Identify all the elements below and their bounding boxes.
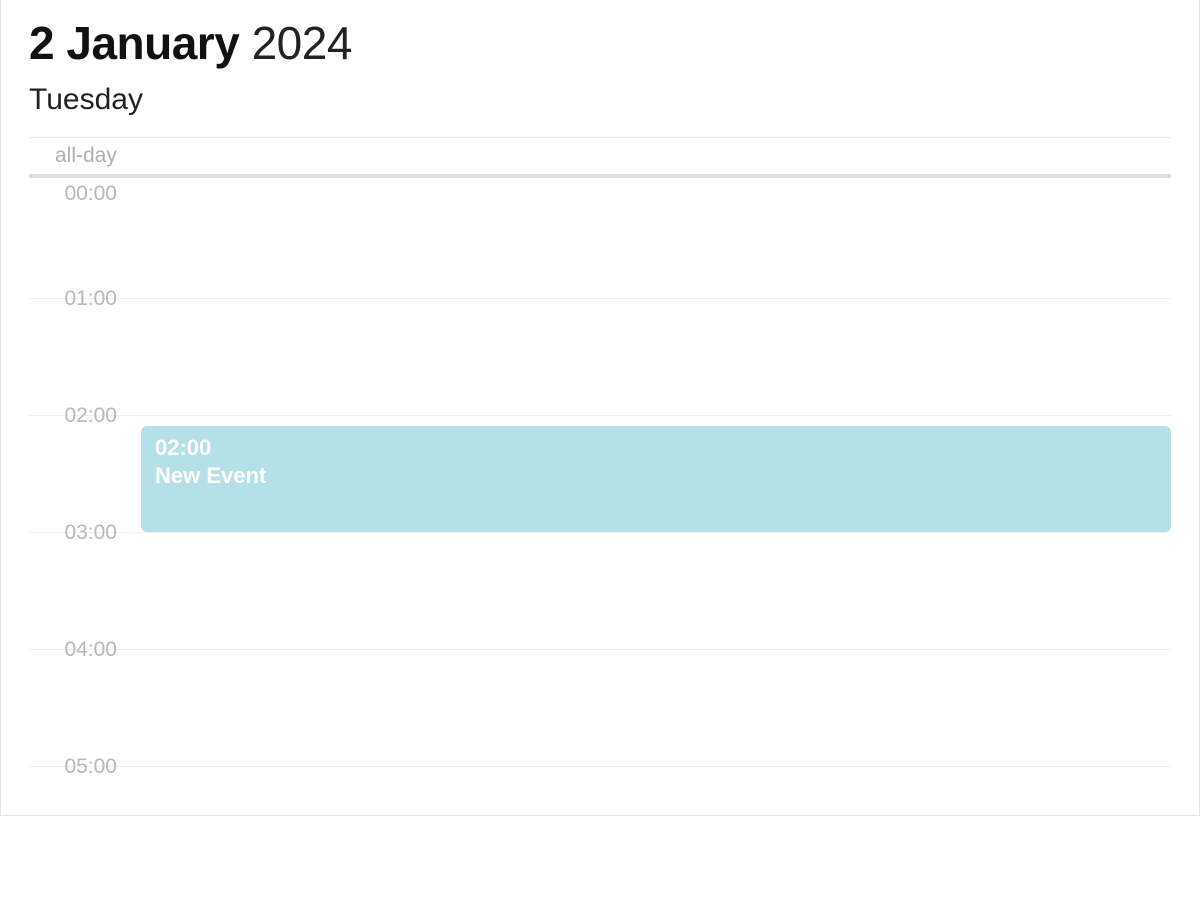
hour-label: 01:00 bbox=[29, 287, 129, 311]
hour-label: 03:00 bbox=[29, 521, 129, 545]
hour-label: 05:00 bbox=[29, 755, 129, 779]
timeline[interactable]: 00:00 01:00 02:00 03:00 04:00 05:00 02:0… bbox=[29, 178, 1171, 898]
hour-label: 04:00 bbox=[29, 638, 129, 662]
date-title: 2 January 2024 bbox=[29, 18, 1171, 69]
weekday: Tuesday bbox=[29, 83, 1171, 117]
hour-row[interactable]: 05:00 bbox=[29, 766, 1171, 883]
hour-row[interactable]: 01:00 bbox=[29, 298, 1171, 415]
calendar-header: 2 January 2024 Tuesday bbox=[1, 0, 1199, 129]
hour-label: 00:00 bbox=[29, 182, 129, 206]
hour-row[interactable]: 03:00 bbox=[29, 532, 1171, 649]
year: 2024 bbox=[252, 17, 352, 69]
hour-row[interactable]: 04:00 bbox=[29, 649, 1171, 766]
calendar-event[interactable]: 02:00 New Event bbox=[141, 426, 1171, 532]
event-time: 02:00 bbox=[155, 434, 1157, 463]
allday-row[interactable]: all-day bbox=[29, 137, 1171, 174]
event-title: New Event bbox=[155, 462, 1157, 491]
hour-label: 02:00 bbox=[29, 404, 129, 428]
allday-label: all-day bbox=[55, 144, 117, 167]
hour-row[interactable]: 00:00 bbox=[29, 178, 1171, 298]
day-month: 2 January bbox=[29, 17, 239, 69]
